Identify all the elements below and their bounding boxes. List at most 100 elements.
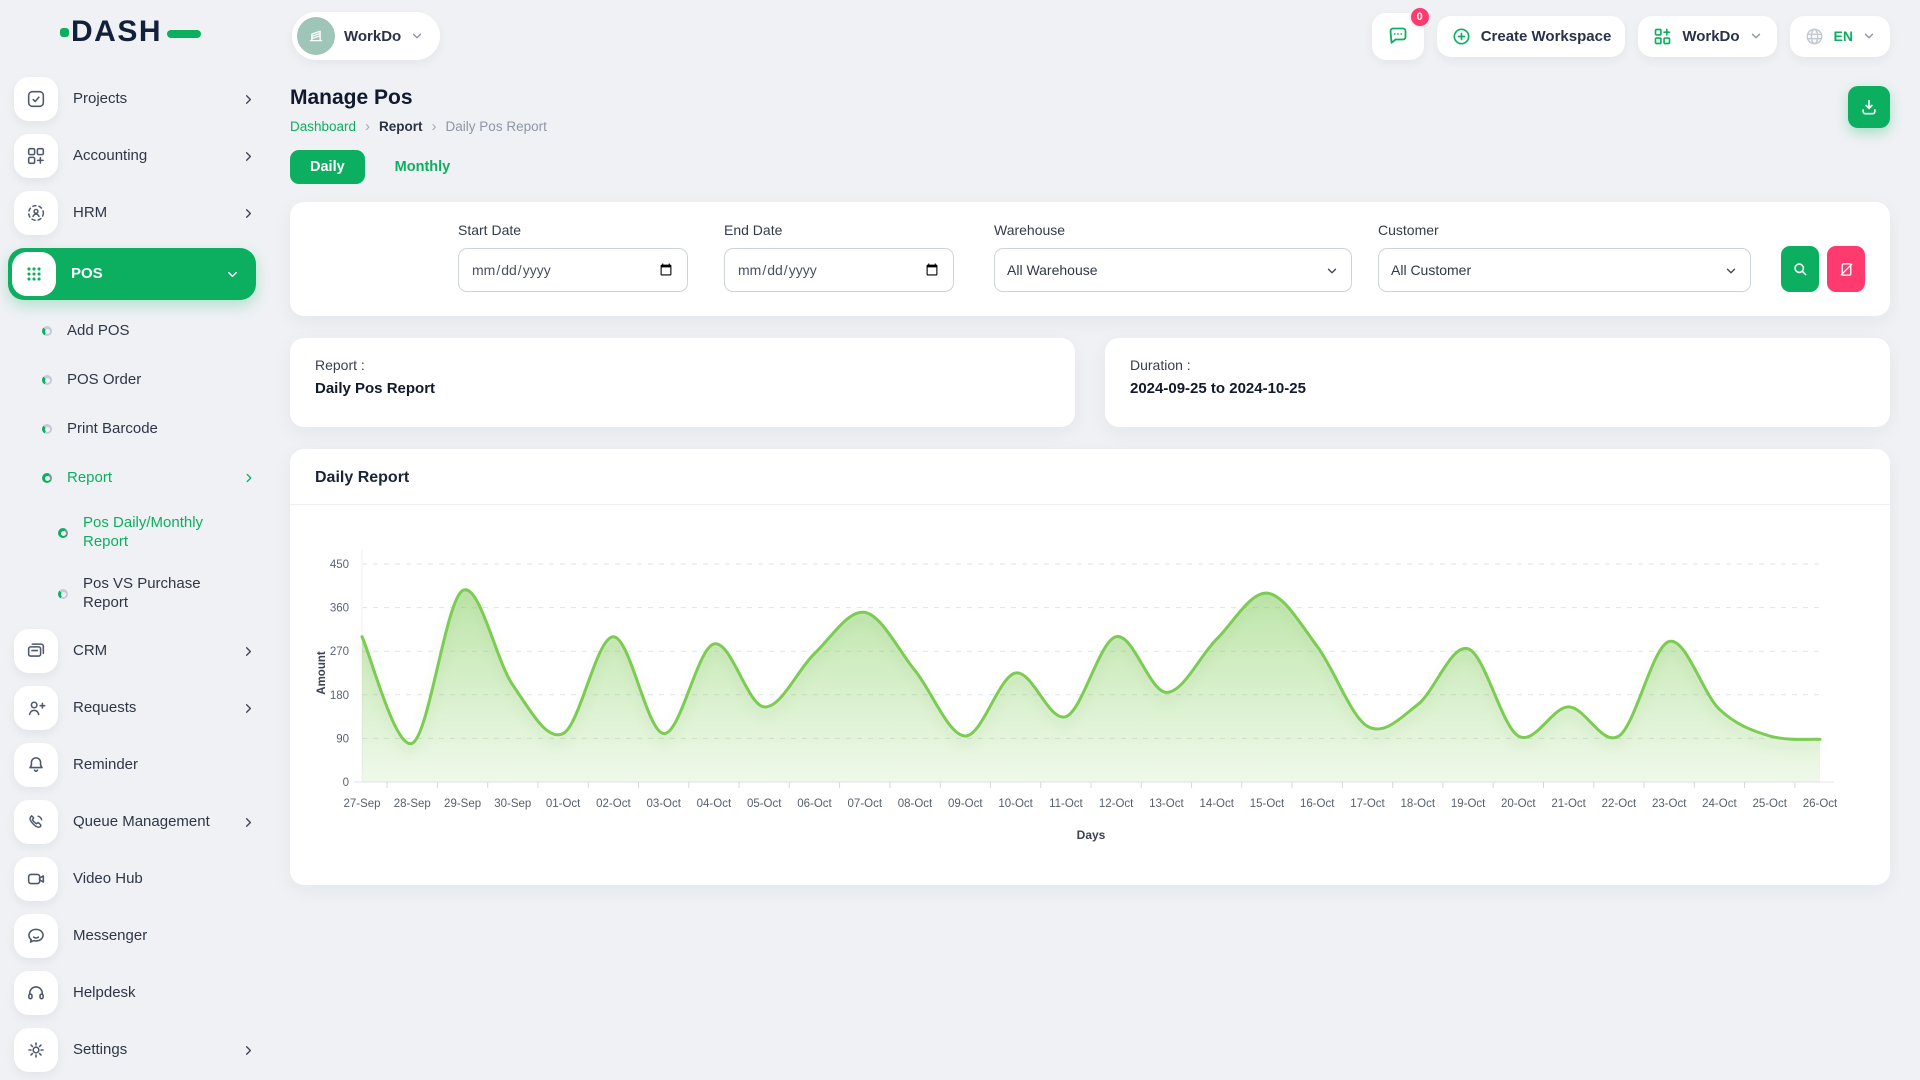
sidebar-item-reminder[interactable]: Reminder [14,743,256,787]
sidebar-item-settings[interactable]: Settings [14,1028,256,1072]
sidebar-item-pos[interactable]: POS [8,248,256,300]
svg-text:Amount: Amount [316,651,328,695]
language-selector[interactable]: EN [1790,16,1890,57]
download-icon [1859,97,1879,117]
sidebar-item-pos-order[interactable]: POS Order [42,360,256,400]
download-report-button[interactable] [1848,86,1890,128]
top-header: WorkDo 0 Create Workspace WorkDo [262,0,1920,72]
svg-text:21-Oct: 21-Oct [1551,798,1586,810]
svg-text:24-Oct: 24-Oct [1702,798,1737,810]
search-button[interactable] [1781,246,1819,292]
warehouse-select[interactable]: All Warehouse [994,248,1352,292]
page-title: Manage Pos [290,86,547,110]
tab-monthly[interactable]: Monthly [375,150,471,184]
duration-value: 2024-09-25 to 2024-10-25 [1130,380,1865,397]
start-date-field: Start Date [458,222,688,292]
sidebar-nav: Projects Accounting HRM POS [14,64,256,1072]
reset-filter-button[interactable] [1827,246,1865,292]
sidebar: DASH Projects Accounting HRM [0,0,262,1080]
bell-icon [14,743,58,787]
svg-text:20-Oct: 20-Oct [1501,798,1536,810]
sidebar-item-label: Accounting [73,147,226,166]
chevron-separator: › [365,119,370,134]
svg-text:450: 450 [330,559,349,571]
sidebar-item-report[interactable]: Report [42,458,256,498]
area-chart-svg: 09018027036045027-Sep28-Sep29-Sep30-Sep0… [290,505,1890,885]
svg-text:90: 90 [336,733,349,745]
globe-icon [1804,26,1825,47]
sidebar-item-label: Pos VS Purchase Report [83,575,213,613]
app-menu-label: WorkDo [1682,28,1739,45]
chevron-right-icon [241,92,256,107]
grid-dots-icon [12,252,56,296]
sidebar-item-crm[interactable]: CRM [14,629,256,673]
svg-text:28-Sep: 28-Sep [394,798,431,810]
chevron-down-icon [225,267,240,282]
app-menu-button[interactable]: WorkDo [1638,16,1776,57]
svg-text:07-Oct: 07-Oct [848,798,883,810]
sidebar-item-label: Projects [73,90,226,109]
svg-text:180: 180 [330,690,349,702]
sidebar-item-accounting[interactable]: Accounting [14,134,256,178]
grid-plus-icon [1652,26,1673,47]
workspace-selector[interactable]: WorkDo [292,12,440,60]
breadcrumb-report[interactable]: Report [379,119,423,134]
donut-bullet-icon [42,375,52,385]
svg-text:0: 0 [343,777,349,789]
report-summary-card: Report : Daily Pos Report [290,338,1075,427]
report-label: Report : [315,357,1050,373]
breadcrumb-dashboard[interactable]: Dashboard [290,119,356,134]
clear-file-icon [1838,261,1855,278]
sidebar-item-queue-management[interactable]: Queue Management [14,800,256,844]
svg-text:10-Oct: 10-Oct [998,798,1033,810]
sidebar-item-messenger[interactable]: Messenger [14,914,256,958]
sidebar-item-requests[interactable]: Requests [14,686,256,730]
create-workspace-button[interactable]: Create Workspace [1437,16,1626,57]
filter-card: Start Date End Date Warehouse All Wareho… [290,202,1890,316]
sidebar-item-label: HRM [73,204,226,223]
sidebar-item-label: Helpdesk [73,984,256,1003]
messages-button[interactable]: 0 [1372,13,1424,60]
sidebar-item-projects[interactable]: Projects [14,77,256,121]
sidebar-item-label: Add POS [67,322,256,341]
warehouse-label: Warehouse [994,222,1352,238]
main-content: Manage Pos Dashboard › Report › Daily Po… [262,72,1920,885]
sidebar-item-helpdesk[interactable]: Helpdesk [14,971,256,1015]
sidebar-item-pos-daily-monthly-report[interactable]: Pos Daily/Monthly Report [58,507,256,559]
svg-text:22-Oct: 22-Oct [1602,798,1637,810]
report-period-tabs: Daily Monthly [290,150,1890,184]
svg-text:01-Oct: 01-Oct [546,798,581,810]
chevron-right-icon [241,149,256,164]
sidebar-item-add-pos[interactable]: Add POS [42,311,256,351]
sidebar-item-label: Queue Management [73,813,226,832]
duration-label: Duration : [1130,357,1865,373]
search-icon [1791,260,1809,278]
svg-text:270: 270 [330,646,349,658]
sidebar-item-label: Print Barcode [67,420,256,439]
svg-text:12-Oct: 12-Oct [1099,798,1134,810]
tab-daily[interactable]: Daily [290,150,365,184]
customer-label: Customer [1378,222,1751,238]
svg-text:Days: Days [1077,828,1106,842]
end-date-input[interactable] [724,248,954,292]
start-date-input[interactable] [458,248,688,292]
sidebar-item-label: Video Hub [73,870,256,889]
customer-select[interactable]: All Customer [1378,248,1751,292]
breadcrumb: Dashboard › Report › Daily Pos Report [290,119,547,134]
svg-text:30-Sep: 30-Sep [494,798,531,810]
video-camera-icon [14,857,58,901]
sidebar-item-hrm[interactable]: HRM [14,191,256,235]
sidebar-item-print-barcode[interactable]: Print Barcode [42,409,256,449]
svg-text:03-Oct: 03-Oct [646,798,681,810]
workspace-avatar [297,17,335,55]
chevron-right-icon [241,1043,256,1058]
app-logo[interactable]: DASH [14,0,256,64]
chevron-right-icon [241,644,256,659]
message-count-badge: 0 [1409,6,1431,28]
sidebar-item-video-hub[interactable]: Video Hub [14,857,256,901]
sidebar-item-pos-vs-purchase-report[interactable]: Pos VS Purchase Report [58,568,256,620]
logo-text: DASH [71,15,162,49]
sidebar-item-label: Report [67,469,227,488]
chevron-down-icon [1862,29,1876,43]
donut-bullet-icon [42,473,52,483]
